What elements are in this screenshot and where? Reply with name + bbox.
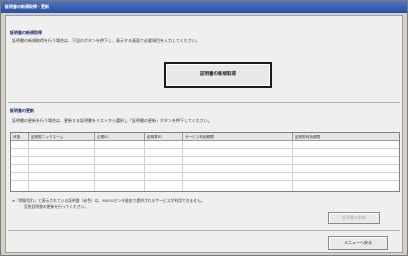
table-row[interactable] [11,181,399,189]
certificate-table[interactable]: 状態 証明書ニックネーム 企業ID 証明書ID サービス利用期間 証明書有効期限 [10,132,400,192]
column-header-service-period[interactable]: サービス利用期間 [183,133,293,141]
section-divider [8,102,400,103]
main-panel: 証明書の新規取得 証明書の新規取得を行う場合は、下記のボタンを押下し、表示する画… [5,15,403,253]
column-divider [144,141,145,191]
column-header-company-id[interactable]: 企業ID [95,133,145,141]
window-title: 証明書の新規取得・更新 [1,1,407,13]
new-certificate-heading: 証明書の新規取得 [10,30,42,35]
column-divider [94,141,95,191]
table-row[interactable] [11,157,399,165]
table-row[interactable] [11,149,399,157]
column-divider [182,141,183,191]
column-header-nickname[interactable]: 証明書ニックネーム [29,133,95,141]
app-window: 証明書の新規取得・更新 証明書の新規取得 証明書の新規取得を行う場合は、下記のボ… [0,0,408,256]
back-to-menu-button[interactable]: メニューへ戻る [328,236,388,250]
column-header-certificate-id[interactable]: 証明書ID [145,133,183,141]
new-certificate-description: 証明書の新規取得を行う場合は、下記のボタンを押下し、表示する画面で必要項目を入力… [12,38,200,43]
footer-divider [8,230,400,231]
update-certificate-heading: 証明書の更新 [10,108,34,113]
table-header: 状態 証明書ニックネーム 企業ID 証明書ID サービス利用期間 証明書有効期限 [11,133,399,141]
column-header-status[interactable]: 状態 [11,133,29,141]
table-row[interactable] [11,141,399,149]
update-certificate-description: 証明書の更新を行う場合は、更新する証明書をリストから選択し「証明書の更新」ボタン… [12,118,212,123]
update-certificate-button[interactable]: 証明書の更新 [328,212,380,224]
table-row[interactable] [11,165,399,173]
column-divider [28,141,29,191]
column-header-expiry[interactable]: 証明書有効期限 [293,133,399,141]
table-row[interactable] [11,173,399,181]
new-certificate-button[interactable]: 証明書の新規取得 [164,62,272,88]
expiry-note-continued: 至急証明書の更新を行ってください。 [24,204,89,209]
column-divider [292,141,293,191]
